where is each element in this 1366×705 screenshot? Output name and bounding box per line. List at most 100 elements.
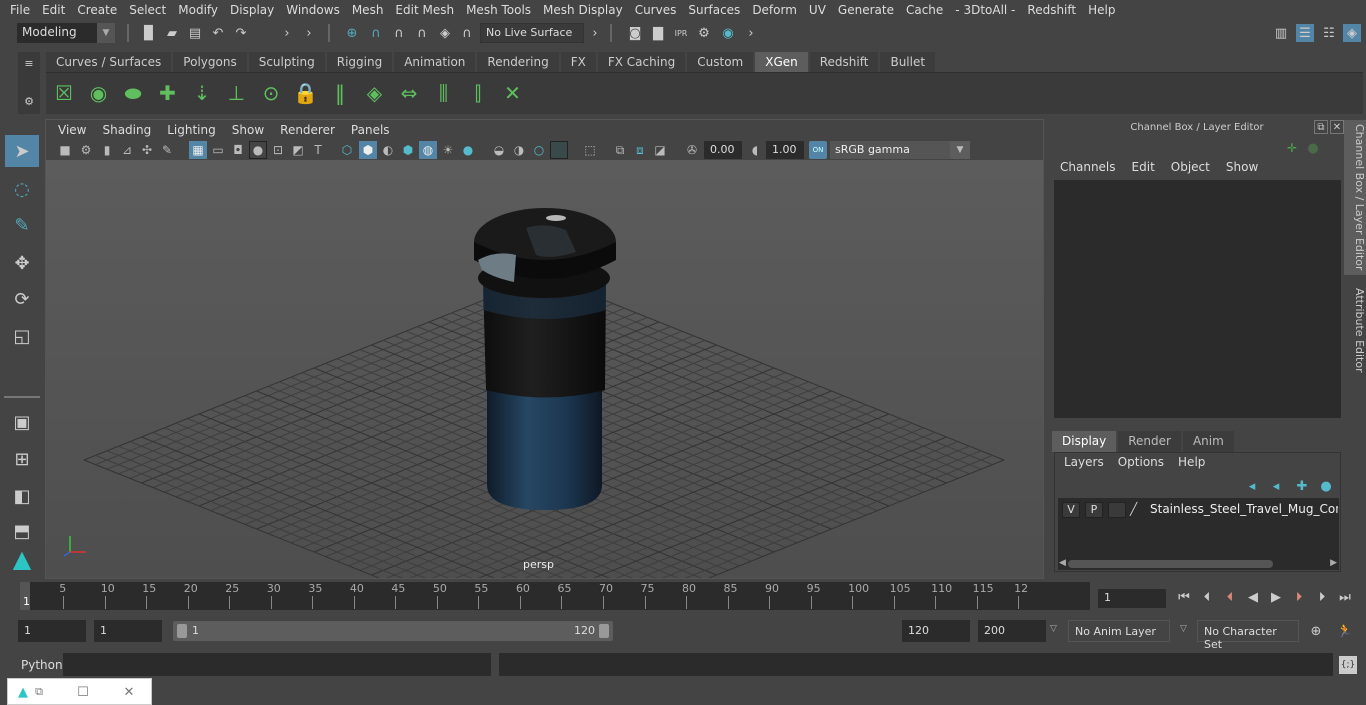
close-icon[interactable]: ✕ xyxy=(120,683,138,701)
preview-icon[interactable]: ◉ xyxy=(85,79,113,107)
tab-animation[interactable]: Animation xyxy=(394,52,476,72)
menu-edit[interactable]: Edit xyxy=(36,3,71,17)
snap-point-icon[interactable]: ∩ xyxy=(390,24,408,42)
safe-action-icon[interactable]: ◩ xyxy=(289,141,307,159)
grid-toggle-icon[interactable]: ▦ xyxy=(189,141,207,159)
select-camera-icon[interactable]: ■ xyxy=(56,141,74,159)
tab-anim[interactable]: Anim xyxy=(1182,431,1234,452)
gamma-field[interactable]: 1.00 xyxy=(766,141,804,159)
tab-sculpting[interactable]: Sculpting xyxy=(248,52,325,72)
menu-curves[interactable]: Curves xyxy=(629,3,683,17)
snap-view-plane-icon[interactable]: ∩ xyxy=(413,24,431,42)
xgen-editor-icon[interactable]: ☒ xyxy=(50,79,78,107)
menu-3dtoall[interactable]: - 3DtoAll - xyxy=(949,3,1021,17)
screen-space-ao-icon[interactable]: ◒ xyxy=(490,141,508,159)
character-set-dropdown[interactable]: No Character Set xyxy=(1197,620,1299,651)
lock-guides-icon[interactable]: 🔒 xyxy=(292,79,320,107)
play-backwards-icon[interactable]: ◀ xyxy=(1244,588,1262,606)
menu-select[interactable]: Select xyxy=(123,3,172,17)
current-frame-field[interactable]: 1 xyxy=(1098,589,1166,608)
panel-menu-renderer[interactable]: Renderer xyxy=(272,123,343,137)
range-end-handle[interactable] xyxy=(599,624,609,638)
film-gate-icon[interactable]: ▭ xyxy=(209,141,227,159)
place-guides-icon[interactable]: ⇣ xyxy=(188,79,216,107)
sculpt-layer-icon[interactable]: ◈ xyxy=(361,79,389,107)
tab-channel-box-layer-editor[interactable]: Channel Box / Layer Editor xyxy=(1344,120,1366,275)
clear-preview-icon[interactable]: ⬬ xyxy=(119,79,147,107)
menu-mesh[interactable]: Mesh xyxy=(346,3,390,17)
playback-start-field[interactable]: 1 xyxy=(94,620,162,642)
layer-name[interactable]: Stainless_Steel_Travel_Mug_Contigo_ xyxy=(1150,502,1338,516)
manipulator-icon[interactable]: ✛ xyxy=(1283,139,1301,157)
menu-modify[interactable]: Modify xyxy=(172,3,224,17)
mode-selector[interactable]: Modeling ▼ xyxy=(17,23,115,43)
menu-file[interactable]: File xyxy=(4,3,36,17)
menu-generate[interactable]: Generate xyxy=(832,3,900,17)
layer-playback-toggle[interactable]: P xyxy=(1085,502,1103,518)
snap-grid-icon[interactable]: ⊕ xyxy=(343,24,361,42)
gamma-icon[interactable]: ◖ xyxy=(746,141,764,159)
render-settings-icon[interactable]: ⚙ xyxy=(695,24,713,42)
move-tool-icon[interactable]: ✥ xyxy=(5,247,39,279)
go-to-end-icon[interactable]: ⏭ xyxy=(1336,588,1354,606)
tab-redshift[interactable]: Redshift xyxy=(809,52,879,72)
render-frame-icon[interactable]: ▇ xyxy=(649,24,667,42)
live-surface-field[interactable]: No Live Surface xyxy=(480,23,584,43)
motion-blur-icon[interactable]: ◑ xyxy=(510,141,528,159)
new-empty-layer-icon[interactable]: ✚ xyxy=(1293,477,1311,495)
step-back-frame-icon[interactable]: ⏴ xyxy=(1198,588,1216,606)
show-guides-icon[interactable]: ⊙ xyxy=(257,79,285,107)
gate-mask-icon[interactable]: ● xyxy=(249,141,267,159)
collapse-arrow-icon[interactable]: › xyxy=(742,24,760,42)
time-slider[interactable]: 1 5 10 15 20 25 30 35 40 45 50 55 60 65 70 75 80 85 90 95 1… xyxy=(20,582,1090,610)
collapse-arrow-icon[interactable]: › xyxy=(300,24,318,42)
collapse-arrow-icon[interactable]: › xyxy=(586,24,604,42)
new-scene-icon[interactable]: ▉ xyxy=(140,24,158,42)
layer-color-icon[interactable]: ╱ xyxy=(1130,502,1144,518)
command-language-label[interactable]: Python xyxy=(21,658,63,672)
sync-icon[interactable]: ● xyxy=(1304,139,1322,157)
scale-tool-icon[interactable]: ◱ xyxy=(5,320,39,352)
redo-icon[interactable]: ↷ xyxy=(232,24,250,42)
open-scene-icon[interactable]: ▰ xyxy=(163,24,181,42)
tab-curves-surfaces[interactable]: Curves / Surfaces xyxy=(46,52,172,72)
ipr-render-icon[interactable]: IPR xyxy=(672,24,690,42)
new-layer-selected-icon[interactable]: ● xyxy=(1317,477,1335,495)
float-panel-icon[interactable]: ⧉ xyxy=(1314,120,1328,134)
tab-attribute-editor[interactable]: Attribute Editor xyxy=(1344,280,1366,380)
horizontal-scrollbar[interactable]: ◀ ▶ xyxy=(1058,558,1339,570)
camera-attributes-icon[interactable]: ⚙ xyxy=(77,141,95,159)
tab-render[interactable]: Render xyxy=(1118,431,1181,452)
menu-deform[interactable]: Deform xyxy=(746,3,803,17)
snap-curve-icon[interactable]: ∩ xyxy=(367,24,385,42)
attribute-editor-toggle-icon[interactable]: ☰ xyxy=(1296,24,1314,42)
layer-menu-layers[interactable]: Layers xyxy=(1057,455,1111,469)
view-transform-dropdown[interactable]: sRGB gamma ▼ xyxy=(830,141,970,159)
3d-scene[interactable]: persp xyxy=(46,160,1043,645)
menu-display[interactable]: Display xyxy=(224,3,280,17)
tab-display[interactable]: Display xyxy=(1052,431,1117,452)
wireframe-icon[interactable]: ⬡ xyxy=(338,141,356,159)
script-editor-icon[interactable]: {;} xyxy=(1339,656,1357,674)
resolution-gate-icon[interactable]: ◘ xyxy=(229,141,247,159)
channel-box-menu-show[interactable]: Show xyxy=(1218,160,1266,178)
anim-layer-dropdown[interactable]: No Anim Layer xyxy=(1068,620,1170,642)
shadows-icon[interactable]: ● xyxy=(459,141,477,159)
guide-normalize-icon[interactable]: ⇔ xyxy=(395,79,423,107)
shelf-menu-icon[interactable]: ≡ xyxy=(20,54,38,72)
four-view-layout-icon[interactable]: ⊞ xyxy=(5,443,39,475)
close-panel-icon[interactable]: ✕ xyxy=(1330,120,1344,134)
tab-fx-caching[interactable]: FX Caching xyxy=(597,52,686,72)
exposure-field[interactable]: 0.00 xyxy=(704,141,742,159)
tab-xgen[interactable]: XGen xyxy=(755,52,808,72)
range-start-handle[interactable] xyxy=(177,624,187,638)
mug-model[interactable] xyxy=(474,208,616,510)
safe-title-icon[interactable]: T xyxy=(309,141,327,159)
collapse-arrow-icon[interactable]: › xyxy=(278,24,296,42)
panel-menu-lighting[interactable]: Lighting xyxy=(159,123,224,137)
animation-end-field[interactable]: 200 xyxy=(978,620,1046,642)
scroll-left-icon[interactable]: ◀ xyxy=(1059,558,1066,568)
bookmark-icon[interactable]: ▮ xyxy=(98,141,116,159)
tab-rigging[interactable]: Rigging xyxy=(326,52,393,72)
character-set-dropdown-icon[interactable]: ▽ xyxy=(1180,624,1187,634)
